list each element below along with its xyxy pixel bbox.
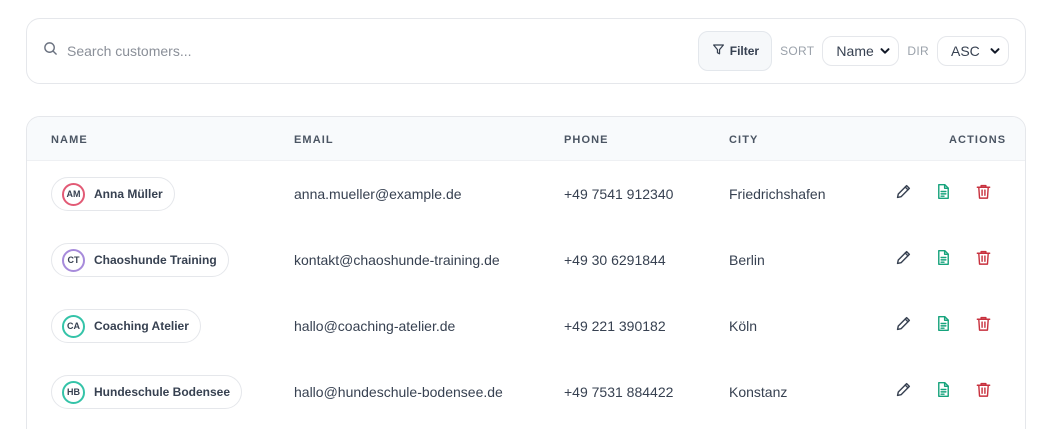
customer-name: Coaching Atelier [94, 319, 189, 333]
customer-city: Konstanz [729, 384, 788, 400]
avatar: CA [62, 314, 85, 338]
row-actions [894, 249, 992, 271]
header-city[interactable]: CITY [729, 134, 758, 146]
row-actions [894, 381, 992, 403]
table-row: AM Anna Müller anna.mueller@example.de +… [27, 161, 1025, 227]
avatar: AM [62, 182, 85, 206]
document-icon [935, 381, 952, 403]
pencil-icon [895, 381, 912, 403]
customer-phone: +49 30 6291844 [564, 252, 666, 268]
customer-name-chip[interactable]: CT Chaoshunde Training [51, 243, 229, 277]
document-button[interactable] [934, 183, 952, 205]
customer-phone: +49 7541 912340 [564, 186, 674, 202]
document-icon [935, 315, 952, 337]
dir-value: ASC [951, 43, 980, 59]
customer-name-chip[interactable]: AM Anna Müller [51, 177, 175, 211]
row-actions [894, 315, 992, 337]
dir-label: DIR [907, 44, 929, 58]
customer-name-chip[interactable]: HB Hundeschule Bodensee [51, 375, 243, 409]
pencil-icon [895, 315, 912, 337]
row-actions [894, 183, 992, 205]
search-input[interactable] [67, 43, 467, 59]
search-icon [43, 41, 67, 61]
delete-button[interactable] [974, 381, 992, 403]
avatar: HB [62, 380, 85, 404]
customer-email: anna.mueller@example.de [294, 186, 462, 202]
pencil-icon [895, 249, 912, 271]
trash-icon [975, 381, 992, 403]
pencil-icon [895, 183, 912, 205]
dir-select[interactable]: ASC [937, 36, 1009, 66]
delete-button[interactable] [974, 249, 992, 271]
toolbar: Filter SORT Name DIR ASC [26, 18, 1026, 84]
edit-button[interactable] [894, 381, 912, 403]
table-header: NAME EMAIL PHONE CITY ACTIONS [27, 117, 1025, 161]
filter-icon [712, 43, 725, 59]
trash-icon [975, 249, 992, 271]
customer-email: hallo@hundeschule-bodensee.de [294, 384, 503, 400]
sort-select[interactable]: Name [822, 36, 900, 66]
chevron-down-icon [874, 43, 890, 59]
table-body: AM Anna Müller anna.mueller@example.de +… [27, 161, 1025, 425]
edit-button[interactable] [894, 249, 912, 271]
sort-label: SORT [780, 44, 815, 58]
customer-email: kontakt@chaoshunde-training.de [294, 252, 500, 268]
edit-button[interactable] [894, 183, 912, 205]
customer-name: Hundeschule Bodensee [94, 385, 231, 399]
avatar: CT [62, 248, 85, 272]
document-icon [935, 249, 952, 271]
sort-value: Name [836, 43, 874, 59]
header-actions: ACTIONS [949, 134, 1007, 146]
delete-button[interactable] [974, 315, 992, 337]
edit-button[interactable] [894, 315, 912, 337]
trash-icon [975, 315, 992, 337]
filter-button[interactable]: Filter [697, 31, 773, 71]
customer-city: Berlin [729, 252, 765, 268]
table-row: CT Chaoshunde Training kontakt@chaoshund… [27, 227, 1025, 293]
trash-icon [975, 183, 992, 205]
header-phone[interactable]: PHONE [564, 134, 609, 146]
header-name[interactable]: NAME [51, 134, 88, 146]
table-row: CA Coaching Atelier hallo@coaching-ateli… [27, 293, 1025, 359]
header-email[interactable]: EMAIL [294, 134, 334, 146]
chevron-down-icon [984, 43, 1000, 59]
customer-name: Anna Müller [94, 187, 163, 201]
customer-name-chip[interactable]: CA Coaching Atelier [51, 309, 201, 343]
customers-table: NAME EMAIL PHONE CITY ACTIONS AM Anna Mü… [26, 116, 1026, 429]
toolbar-controls: Filter SORT Name DIR ASC [697, 31, 1009, 71]
customer-phone: +49 221 390182 [564, 318, 666, 334]
customer-email: hallo@coaching-atelier.de [294, 318, 456, 334]
customer-name: Chaoshunde Training [94, 253, 217, 267]
document-button[interactable] [934, 249, 952, 271]
document-button[interactable] [934, 381, 952, 403]
customer-city: Köln [729, 318, 758, 334]
document-button[interactable] [934, 315, 952, 337]
customer-phone: +49 7531 884422 [564, 384, 674, 400]
delete-button[interactable] [974, 183, 992, 205]
search-box[interactable] [43, 19, 698, 83]
table-row: HB Hundeschule Bodensee hallo@hundeschul… [27, 359, 1025, 425]
customers-page: Filter SORT Name DIR ASC [0, 0, 1052, 429]
filter-label: Filter [729, 44, 760, 58]
document-icon [935, 183, 952, 205]
customer-city: Friedrichshafen [729, 186, 826, 202]
